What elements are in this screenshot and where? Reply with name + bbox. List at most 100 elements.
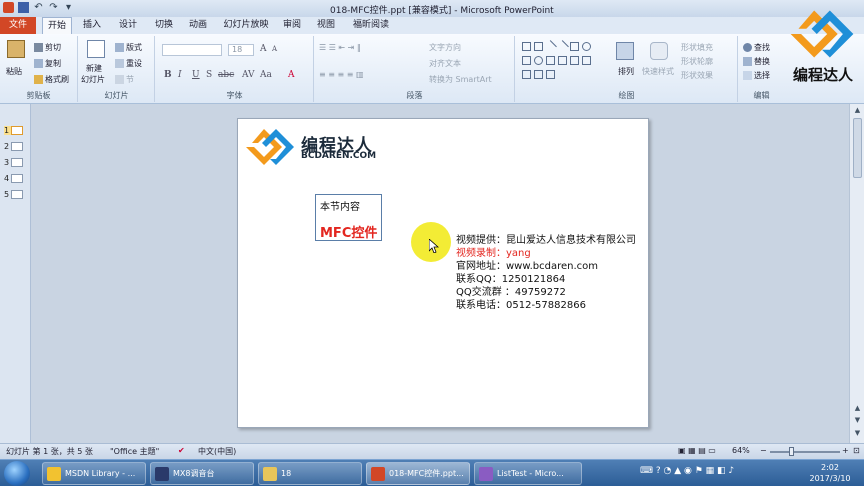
taskbar-item-folder[interactable]: 18 [258, 462, 362, 485]
taskbar-item-msdn[interactable]: MSDN Library - ... [42, 462, 146, 485]
list-icons[interactable]: ☰ ☰ ⇤ ⇥ ‖ [319, 43, 361, 52]
shape-elbow-icon[interactable] [558, 56, 567, 65]
tab-transitions[interactable]: 切换 [150, 17, 178, 34]
replace-button[interactable]: 替换 [743, 56, 770, 67]
tab-slideshow[interactable]: 幻灯片放映 [222, 17, 270, 34]
section-button[interactable]: 节 [115, 74, 134, 85]
save-icon[interactable] [18, 2, 29, 13]
shape-effects-button[interactable]: 形状效果 [681, 70, 713, 81]
redo-icon[interactable]: ↷ [48, 2, 59, 13]
align-icons[interactable]: ≡ ≡ ≡ ≡ ▥ [319, 70, 364, 79]
reset-button[interactable]: 重设 [115, 58, 142, 69]
zoom-slider-knob[interactable] [789, 447, 794, 456]
shape-rect2-icon[interactable] [570, 42, 579, 51]
shape-triangle-icon[interactable] [546, 56, 555, 65]
taskbar-item-powerpoint[interactable]: 018-MFC控件.ppt... [366, 462, 470, 485]
layout-button[interactable]: 版式 [115, 42, 142, 53]
powerpoint-app-icon[interactable] [3, 2, 14, 13]
shape-freeform-icon[interactable] [582, 56, 591, 65]
shape-rectangle-icon[interactable] [522, 42, 531, 51]
zoom-in-icon[interactable]: + [842, 446, 849, 455]
customize-qat-icon[interactable]: ▾ [63, 2, 74, 13]
tab-file[interactable]: 文件 [0, 17, 36, 34]
quick-styles-button[interactable]: 快速样式 [642, 66, 674, 77]
tray-icons[interactable]: ⌨ ? ◔ ▲ ◉ ⚑ ▦ ◧ ♪ [640, 466, 734, 476]
new-slide-button[interactable]: 新建 [86, 63, 102, 74]
shape-textbox-icon[interactable] [534, 42, 543, 51]
shape-circle-icon[interactable] [534, 56, 543, 65]
find-icon [743, 43, 752, 52]
thumbnail-slide-1[interactable]: 1 [4, 126, 24, 135]
font-name-combo[interactable] [162, 44, 222, 56]
shrink-font-icon[interactable]: A [272, 45, 277, 53]
thumbnail-slide-2[interactable]: 2 [4, 142, 24, 151]
contents-textbox[interactable]: 本节内容 MFC控件 [315, 194, 382, 241]
underline-icon[interactable]: U [192, 70, 200, 80]
tab-insert[interactable]: 插入 [78, 17, 106, 34]
format-painter-button[interactable]: 格式刷 [34, 74, 69, 85]
spellcheck-icon[interactable]: ✔ [178, 446, 185, 455]
taskbar-item-mixer[interactable]: MX8调音台 [150, 462, 254, 485]
shadow-icon[interactable]: S [206, 70, 212, 80]
clock[interactable]: 2:02 2017/3/10 [808, 462, 852, 484]
slides-group-label: 幻灯片 [104, 91, 129, 100]
text-direction-button[interactable]: 文字方向 [429, 42, 461, 53]
tab-animations[interactable]: 动画 [184, 17, 212, 34]
zoom-slider[interactable] [770, 451, 840, 453]
scroll-up-icon[interactable]: ▲ [853, 106, 862, 114]
view-buttons[interactable]: ▣ ▦ ▤ ▭ [678, 446, 716, 455]
bold-icon[interactable]: B [164, 70, 172, 80]
tab-design[interactable]: 设计 [114, 17, 142, 34]
smartart-button[interactable]: 转换为 SmartArt [429, 74, 492, 85]
tab-foxit[interactable]: 福昕阅读器 [350, 17, 392, 47]
zoom-level[interactable]: 64% [732, 446, 750, 455]
scroll-down-icon[interactable]: ▼ [853, 429, 862, 437]
font-color-icon[interactable]: A [288, 70, 295, 80]
thumbnail-number: 4 [4, 174, 10, 183]
arrange-button[interactable]: 排列 [618, 66, 634, 77]
shape-oval-icon[interactable] [582, 42, 591, 51]
grow-font-icon[interactable]: A [260, 44, 267, 54]
shape-curve-icon[interactable] [570, 56, 579, 65]
new-slide-label-2[interactable]: 幻灯片 [81, 74, 105, 85]
strikethrough-icon[interactable]: abc [218, 70, 234, 80]
taskbar-label: 18 [281, 469, 292, 478]
scroll-down-page-icon[interactable]: ▼ [853, 416, 862, 424]
copy-button[interactable]: 复制 [34, 58, 61, 69]
font-size-combo[interactable]: 18 [228, 44, 254, 56]
shape-brace-icon[interactable] [522, 70, 531, 79]
language[interactable]: 中文(中国) [198, 446, 236, 457]
thumbnail-slide-5[interactable]: 5 [4, 190, 24, 199]
italic-icon[interactable]: I [178, 70, 182, 80]
shape-fill-button[interactable]: 形状填充 [681, 42, 713, 53]
thumbnail-slide-3[interactable]: 3 [4, 158, 24, 167]
align-text-button[interactable]: 对齐文本 [429, 58, 461, 69]
shape-outline-button[interactable]: 形状轮廓 [681, 56, 713, 67]
replace-label: 替换 [754, 57, 770, 66]
tab-home[interactable]: 开始 [42, 17, 72, 34]
zoom-out-icon[interactable]: − [760, 446, 767, 455]
start-button[interactable] [4, 461, 30, 486]
change-case-icon[interactable]: Aa [260, 70, 272, 80]
shape-star-icon[interactable] [546, 70, 555, 79]
tab-review[interactable]: 审阅 [280, 17, 304, 34]
cut-button[interactable]: 剪切 [34, 42, 61, 53]
spacing-icon[interactable]: AV [242, 70, 255, 80]
tab-view[interactable]: 视图 [314, 17, 338, 34]
select-button[interactable]: 选择 [743, 70, 770, 81]
scrollbar-thumb[interactable] [853, 118, 862, 178]
paste-button[interactable]: 粘贴 [6, 66, 22, 77]
slide[interactable]: 编程达人 BCDAREN.COM 本节内容 MFC控件 视频提供：昆山爱达人信息… [237, 118, 649, 428]
find-button[interactable]: 查找 [743, 42, 770, 53]
thumbnail-slide-4[interactable]: 4 [4, 174, 24, 183]
vertical-scrollbar[interactable]: ▲ ▲ ▼ ▼ [849, 104, 864, 443]
shape-line-icon[interactable] [544, 40, 557, 53]
undo-icon[interactable]: ↶ [33, 2, 44, 13]
taskbar-item-listtest[interactable]: ListTest - Micro... [474, 462, 582, 485]
taskbar-label: MX8调音台 [173, 469, 215, 478]
shape-square-icon[interactable] [522, 56, 531, 65]
shape-block-arrow-icon[interactable] [534, 70, 543, 79]
fit-window-icon[interactable]: ⊡ [853, 446, 860, 455]
shape-arrow-icon[interactable] [556, 40, 569, 53]
scroll-up-page-icon[interactable]: ▲ [853, 404, 862, 412]
